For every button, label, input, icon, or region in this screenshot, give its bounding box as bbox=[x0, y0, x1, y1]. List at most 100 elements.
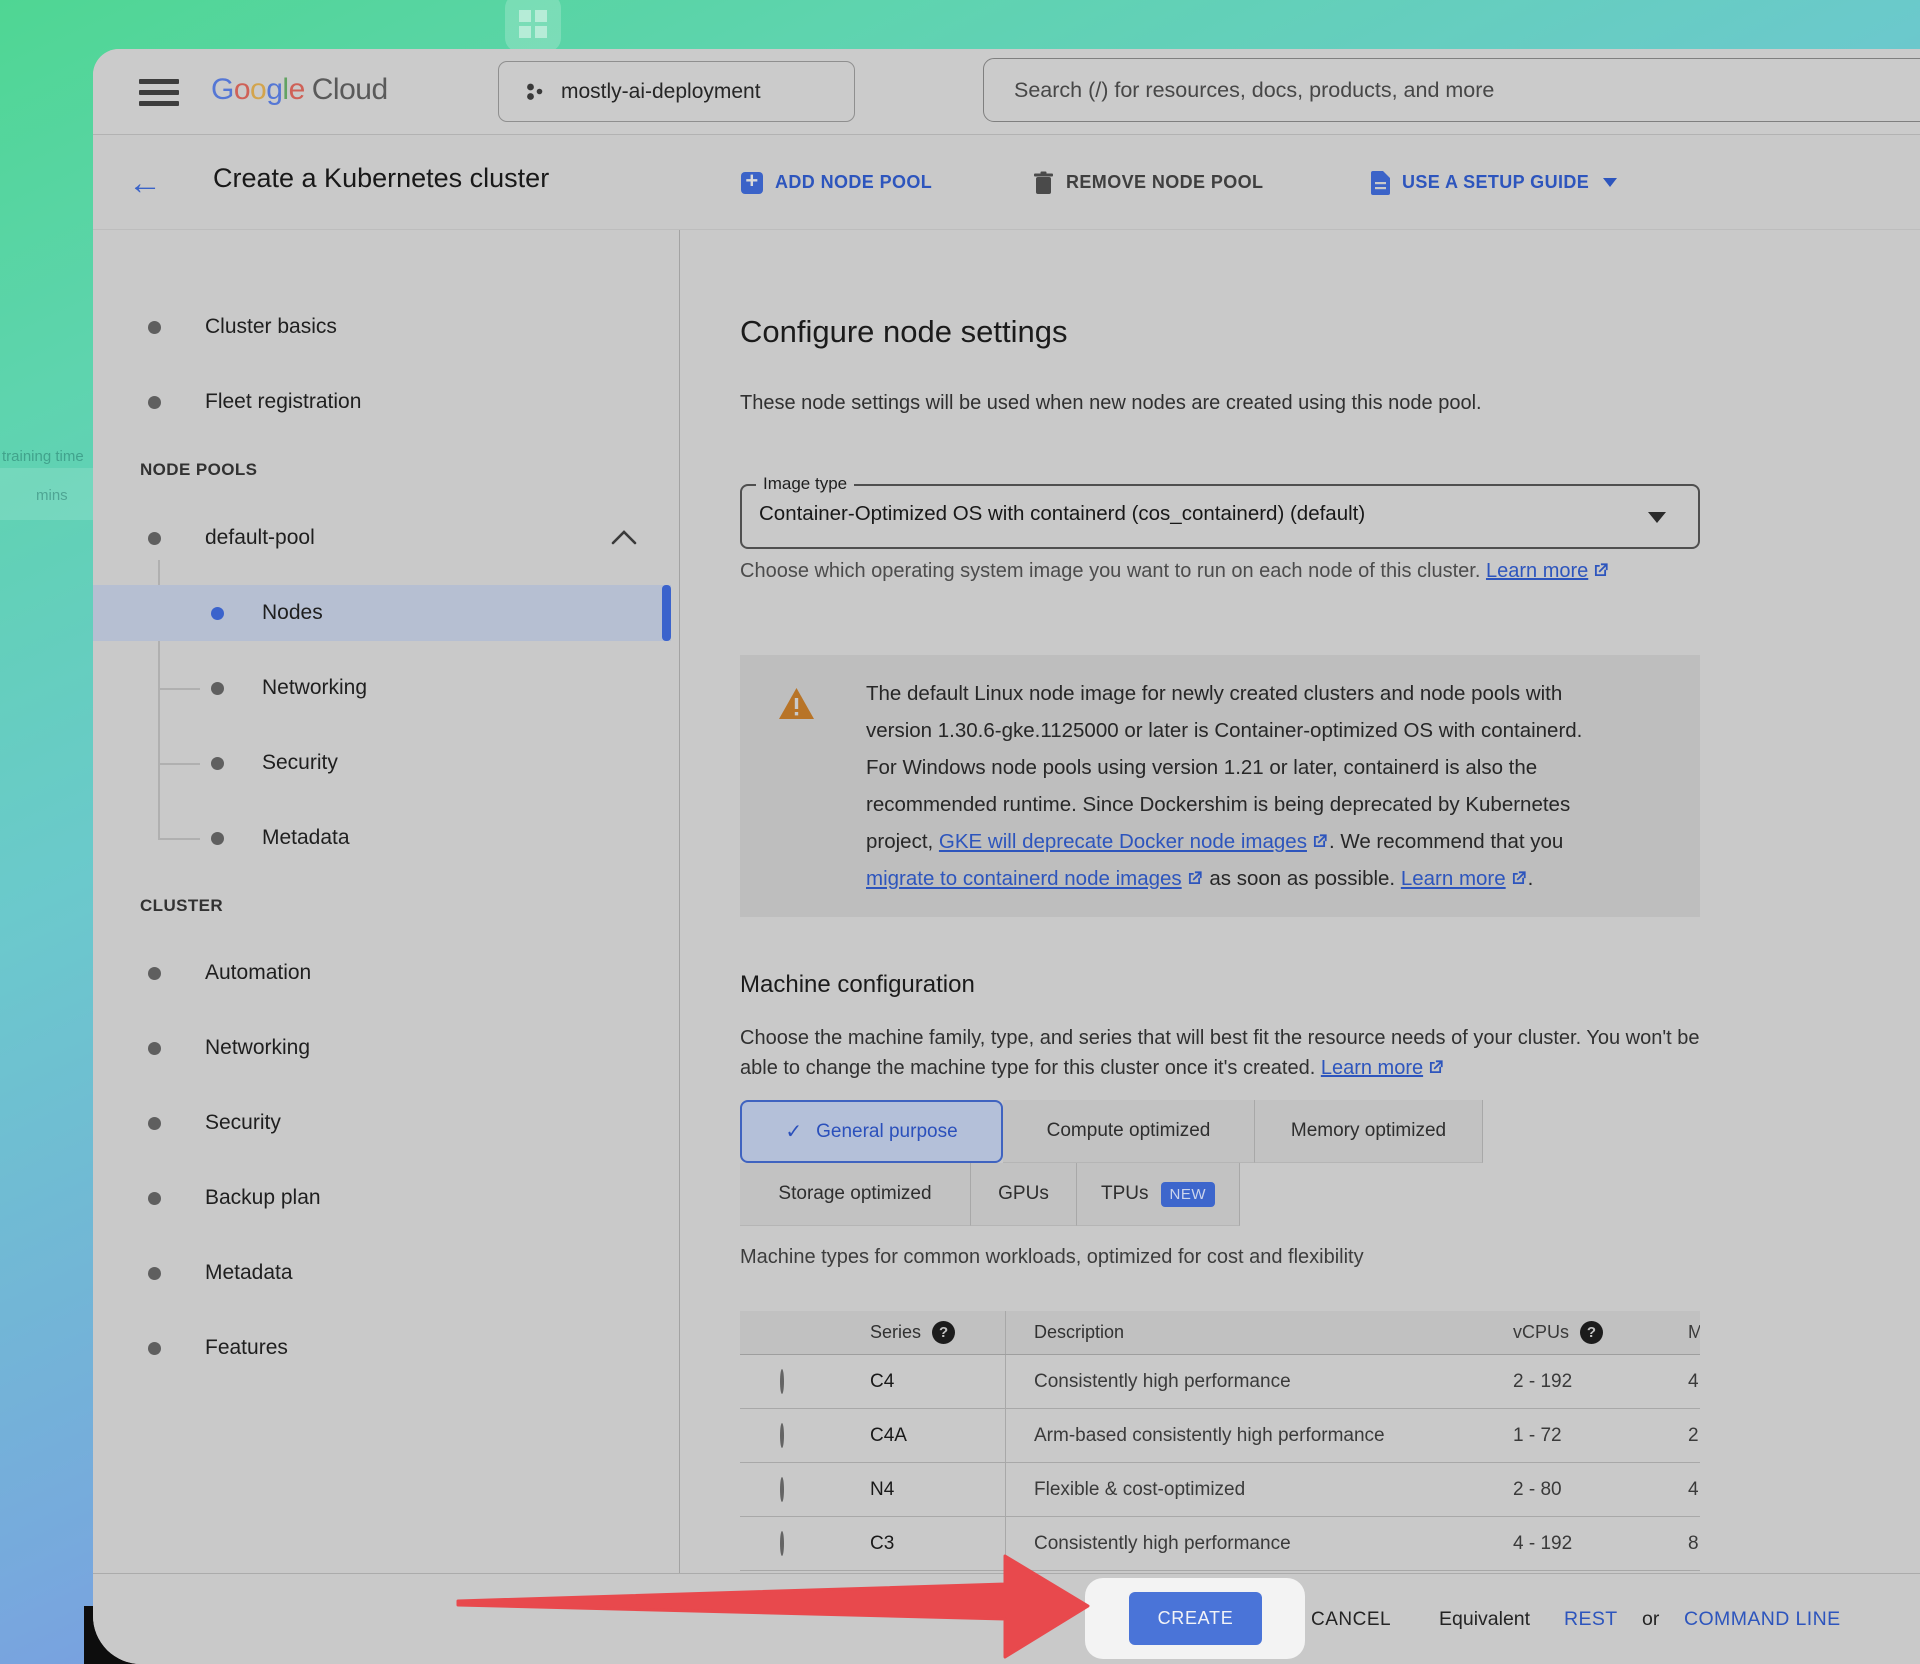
sidebar-item-pool-security[interactable]: Security bbox=[93, 736, 680, 790]
table-row-c4[interactable]: C4 Consistently high performance 2 - 192… bbox=[740, 1355, 1700, 1409]
table-row-n4[interactable]: N4 Flexible & cost-optimized 2 - 80 4 bbox=[740, 1463, 1700, 1517]
tab-gpus[interactable]: GPUs bbox=[971, 1163, 1077, 1226]
machine-family-tabs-row2: Storage optimized GPUs TPUs NEW bbox=[740, 1163, 1240, 1226]
tab-label: Storage optimized bbox=[778, 1183, 931, 1205]
warning-text: The default Linux node image for newly c… bbox=[866, 675, 1611, 897]
sidebar-item-pool-networking[interactable]: Networking bbox=[93, 661, 680, 715]
column-label: Series bbox=[870, 1322, 921, 1343]
radio-button[interactable] bbox=[780, 1477, 784, 1502]
project-selector[interactable]: mostly-ai-deployment bbox=[498, 61, 855, 122]
tab-tpus[interactable]: TPUs NEW bbox=[1077, 1163, 1240, 1226]
sidebar-item-networking[interactable]: Networking bbox=[93, 1021, 680, 1075]
warning-icon bbox=[778, 687, 815, 721]
tab-label: General purpose bbox=[816, 1121, 958, 1143]
step-dot bbox=[211, 832, 224, 845]
section-title: Configure node settings bbox=[740, 314, 1067, 350]
sidebar-item-automation[interactable]: Automation bbox=[93, 946, 680, 1000]
external-link-icon bbox=[1310, 832, 1329, 851]
chevron-up-icon[interactable] bbox=[611, 529, 637, 545]
step-dot bbox=[148, 1117, 161, 1130]
step-dot bbox=[148, 1192, 161, 1205]
help-text: Choose which operating system image you … bbox=[740, 560, 1480, 582]
tab-memory-optimized[interactable]: Memory optimized bbox=[1255, 1100, 1483, 1163]
series-value: C4 bbox=[870, 1371, 894, 1393]
warning-learn-more-link[interactable]: Learn more bbox=[1401, 867, 1528, 890]
page-header: ← Create a Kubernetes cluster ADD NODE P… bbox=[93, 135, 1920, 230]
table-row-c4a[interactable]: C4A Arm-based consistently high performa… bbox=[740, 1409, 1700, 1463]
vcpus-value: 2 - 80 bbox=[1513, 1479, 1562, 1501]
sidebar-item-label: Backup plan bbox=[205, 1186, 321, 1210]
create-button[interactable]: CREATE bbox=[1129, 1592, 1262, 1645]
warning-text-part: The default Linux node image for newly c… bbox=[866, 682, 1582, 853]
trash-icon bbox=[1033, 171, 1054, 195]
sidebar-item-cluster-basics[interactable]: Cluster basics bbox=[93, 300, 680, 354]
rest-link[interactable]: REST bbox=[1564, 1574, 1618, 1664]
sidebar-item-pool-metadata[interactable]: Metadata bbox=[93, 811, 680, 865]
step-dot bbox=[148, 1042, 161, 1055]
chevron-down-icon bbox=[1603, 178, 1617, 187]
equivalent-label: Equivalent bbox=[1439, 1574, 1530, 1664]
plus-icon bbox=[741, 172, 763, 194]
tab-compute-optimized[interactable]: Compute optimized bbox=[1003, 1100, 1255, 1163]
warning-banner: The default Linux node image for newly c… bbox=[740, 655, 1700, 917]
image-type-select[interactable]: Image type Container-Optimized OS with c… bbox=[740, 484, 1700, 549]
tab-label: Memory optimized bbox=[1291, 1120, 1446, 1142]
logo-letter: e bbox=[289, 73, 305, 106]
radio-button[interactable] bbox=[780, 1423, 784, 1448]
help-icon[interactable]: ? bbox=[932, 1321, 955, 1344]
sidebar-item-metadata[interactable]: Metadata bbox=[93, 1246, 680, 1300]
link-label: migrate to containerd node images bbox=[866, 867, 1182, 890]
sidebar-item-features[interactable]: Features bbox=[93, 1321, 680, 1375]
background-app-icon bbox=[505, 0, 561, 52]
image-type-help: Choose which operating system image you … bbox=[740, 556, 1620, 587]
table-header-row: Series ? Description vCPUs ? M bbox=[740, 1311, 1700, 1355]
series-value: C4A bbox=[870, 1425, 907, 1447]
remove-node-pool-button[interactable]: REMOVE NODE POOL bbox=[1033, 135, 1263, 230]
sidebar-item-label: Automation bbox=[205, 961, 311, 985]
sidebar-item-label: Metadata bbox=[262, 826, 350, 850]
menu-icon[interactable] bbox=[139, 77, 179, 107]
sidebar-item-fleet-registration[interactable]: Fleet registration bbox=[93, 375, 680, 429]
link-label: Learn more bbox=[1401, 867, 1506, 890]
or-label: or bbox=[1642, 1574, 1659, 1664]
sidebar-section-cluster: CLUSTER bbox=[140, 896, 223, 916]
sidebar-item-security[interactable]: Security bbox=[93, 1096, 680, 1150]
project-name: mostly-ai-deployment bbox=[561, 80, 761, 104]
sidebar-section-node-pools: NODE POOLS bbox=[140, 460, 257, 480]
gke-deprecate-link[interactable]: GKE will deprecate Docker node images bbox=[939, 830, 1329, 853]
migrate-containerd-link[interactable]: migrate to containerd node images bbox=[866, 867, 1204, 890]
external-link-icon bbox=[1185, 869, 1204, 888]
machine-learn-more-link[interactable]: Learn more bbox=[1321, 1057, 1445, 1079]
vcpus-column-header: vCPUs ? bbox=[1485, 1321, 1685, 1344]
use-setup-guide-button[interactable]: USE A SETUP GUIDE bbox=[1371, 135, 1617, 230]
sidebar-item-backup-plan[interactable]: Backup plan bbox=[93, 1171, 680, 1225]
step-dot bbox=[148, 1342, 161, 1355]
description-value: Arm-based consistently high performance bbox=[1034, 1425, 1385, 1447]
back-arrow-icon[interactable]: ← bbox=[123, 161, 167, 205]
help-icon[interactable]: ? bbox=[1580, 1321, 1603, 1344]
memory-value: 4 bbox=[1688, 1371, 1699, 1392]
tab-storage-optimized[interactable]: Storage optimized bbox=[740, 1163, 971, 1226]
background-mins-label: mins bbox=[36, 487, 68, 504]
memory-value: 4 bbox=[1688, 1479, 1699, 1500]
add-node-pool-button[interactable]: ADD NODE POOL bbox=[741, 135, 932, 230]
command-line-link[interactable]: COMMAND LINE bbox=[1684, 1574, 1840, 1664]
column-label: Description bbox=[1034, 1322, 1124, 1343]
radio-button[interactable] bbox=[780, 1369, 784, 1394]
tab-general-purpose[interactable]: General purpose bbox=[740, 1100, 1003, 1163]
column-label: vCPUs bbox=[1513, 1322, 1569, 1343]
sidebar-item-nodes[interactable]: Nodes bbox=[93, 586, 680, 640]
dropdown-caret-icon bbox=[1648, 512, 1666, 523]
grid-icon bbox=[519, 10, 547, 38]
link-label: GKE will deprecate Docker node images bbox=[939, 830, 1307, 853]
warning-text-part: as soon as possible. bbox=[1204, 867, 1401, 890]
tab-label: TPUs bbox=[1101, 1183, 1149, 1205]
cancel-button[interactable]: CANCEL bbox=[1311, 1574, 1391, 1664]
sidebar-item-label: Nodes bbox=[262, 601, 323, 625]
logo-letter: g bbox=[266, 73, 282, 106]
sidebar-item-default-pool[interactable]: default-pool bbox=[93, 511, 680, 565]
learn-more-link[interactable]: Learn more bbox=[1486, 560, 1610, 582]
background-training-time-label: training time bbox=[2, 448, 84, 465]
search-input[interactable] bbox=[983, 58, 1920, 122]
external-link-icon bbox=[1426, 1058, 1445, 1077]
